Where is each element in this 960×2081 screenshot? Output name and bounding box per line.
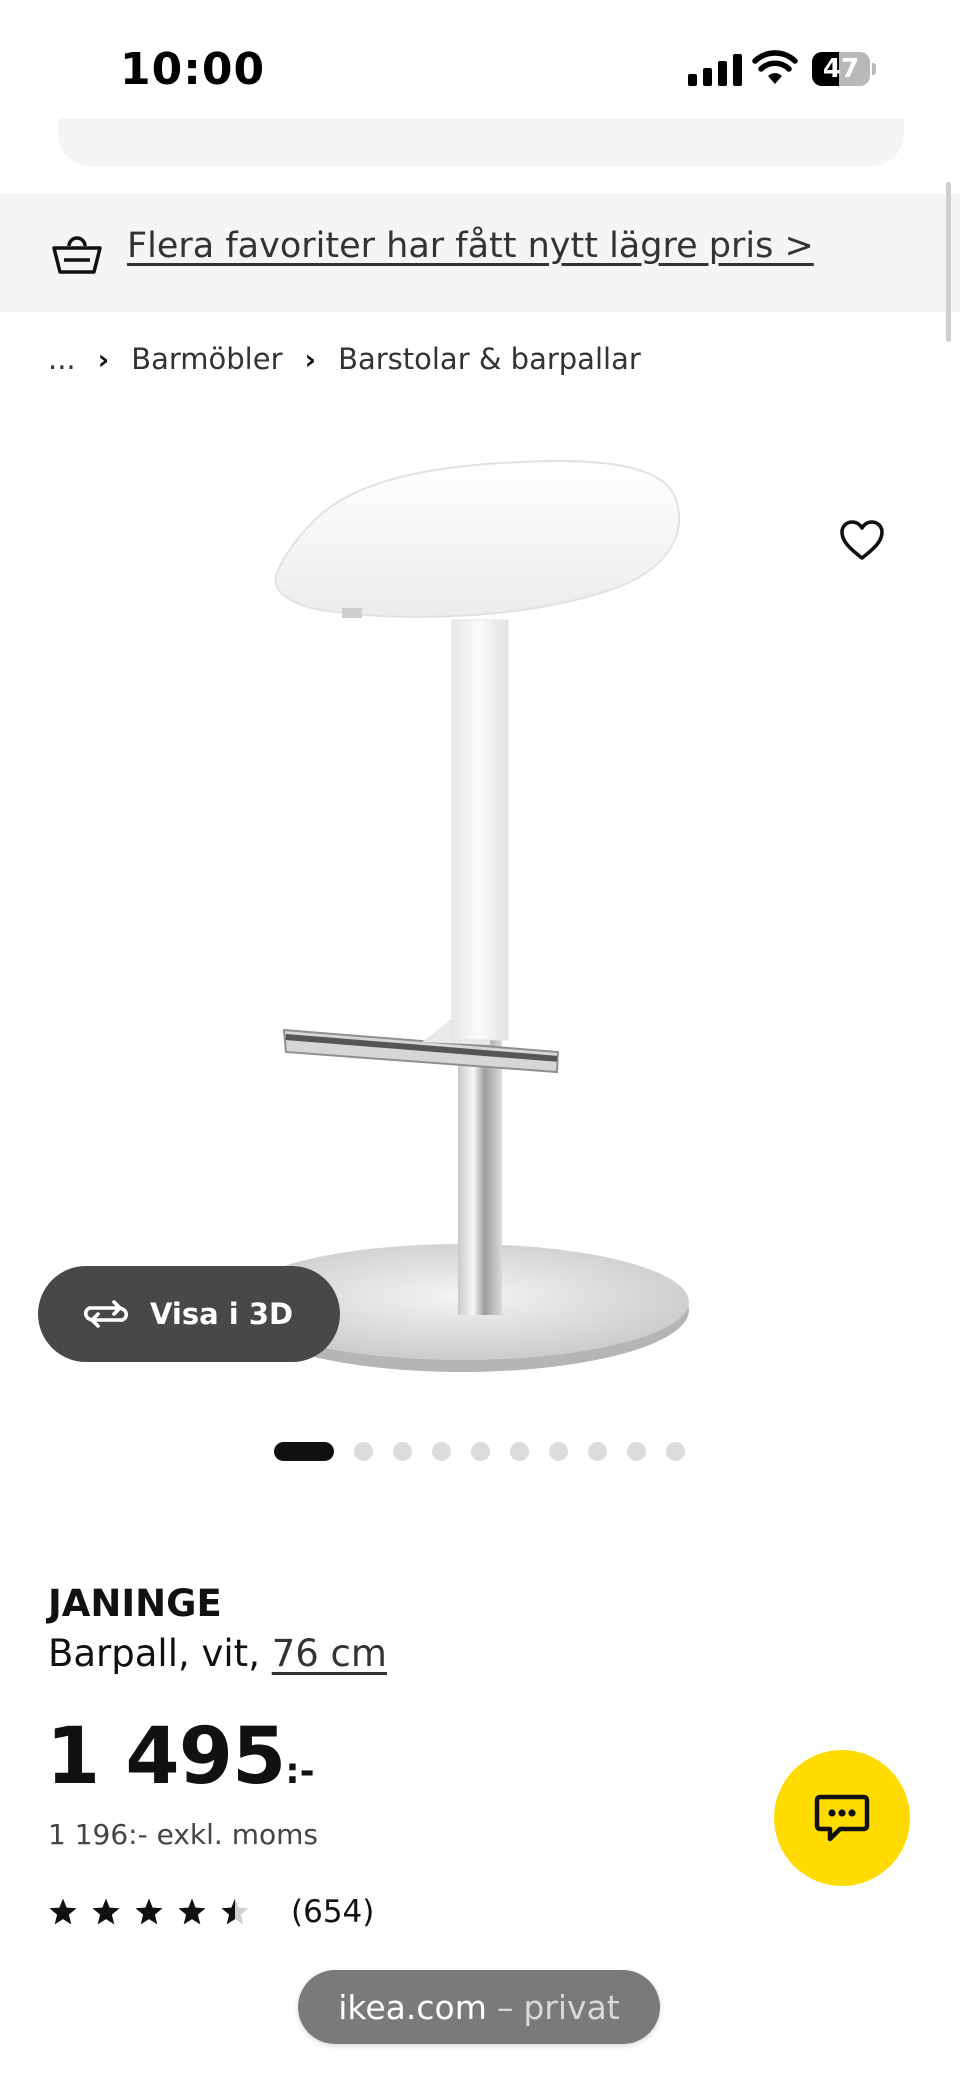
chevron-right-icon: › [304,342,317,376]
gallery-dot[interactable] [432,1442,451,1461]
gallery-dot[interactable] [471,1442,490,1461]
gallery-dot[interactable] [666,1442,685,1461]
size-link[interactable]: 76 cm [272,1632,387,1675]
gallery-dot[interactable] [627,1442,646,1461]
url-separator: – [496,1987,514,2027]
product-image[interactable] [200,440,760,1400]
favorite-button[interactable] [832,512,892,568]
battery-level: 47 [822,54,860,84]
breadcrumb: ... › Barmöbler › Barstolar & barpallar [48,342,641,376]
price-suffix: :- [285,1751,315,1792]
product-description: Barpall, vit, 76 cm [48,1632,387,1675]
rating[interactable]: (654) [48,1894,374,1930]
heart-icon [840,520,884,560]
gallery-dot[interactable] [510,1442,529,1461]
url-mode: privat [523,1987,620,2027]
star-icon [221,1898,249,1925]
star-icon [92,1898,120,1925]
star-icon [49,1898,77,1925]
product-price: 1 495:- [46,1712,315,1802]
scrollbar[interactable] [946,182,951,342]
gallery-dot[interactable] [354,1442,373,1461]
star-icon [135,1898,163,1925]
product-type: Barpall, vit, [48,1632,272,1675]
promo-link[interactable]: Flera favoriter har fått nytt lägre pris… [127,226,814,266]
gallery-dot[interactable] [588,1442,607,1461]
cellular-signal-icon [688,52,742,86]
gallery-dot[interactable] [274,1442,334,1461]
product-name: JANINGE [48,1582,222,1625]
breadcrumb-item-barmobler[interactable]: Barmöbler [131,342,282,376]
wifi-icon [752,50,798,84]
browser-url-bar[interactable]: ikea.com – privat [298,1970,660,2044]
gallery-pagination[interactable] [274,1442,685,1461]
breadcrumb-ellipsis[interactable]: ... [48,342,76,376]
view-in-3d-button[interactable]: Visa i 3D [38,1266,340,1362]
shopping-basket-icon [52,236,102,274]
price-amount: 1 495 [46,1712,286,1802]
chat-icon [814,1794,870,1842]
breadcrumb-item-barstolar[interactable]: Barstolar & barpallar [338,342,641,376]
search-bar-edge[interactable] [58,118,904,166]
price-excl-vat: 1 196:- exkl. moms [48,1818,318,1851]
status-time: 10:00 [120,44,266,95]
battery-icon: 47 [812,52,876,86]
review-count: (654) [291,1894,375,1930]
rotate-3d-icon [83,1300,129,1328]
url-host: ikea.com [338,1987,487,2027]
chevron-right-icon: › [97,342,110,376]
chat-button[interactable] [774,1750,910,1886]
gallery-dot[interactable] [393,1442,412,1461]
gallery-dot[interactable] [549,1442,568,1461]
star-icon [178,1898,206,1925]
view-in-3d-label: Visa i 3D [150,1297,294,1331]
